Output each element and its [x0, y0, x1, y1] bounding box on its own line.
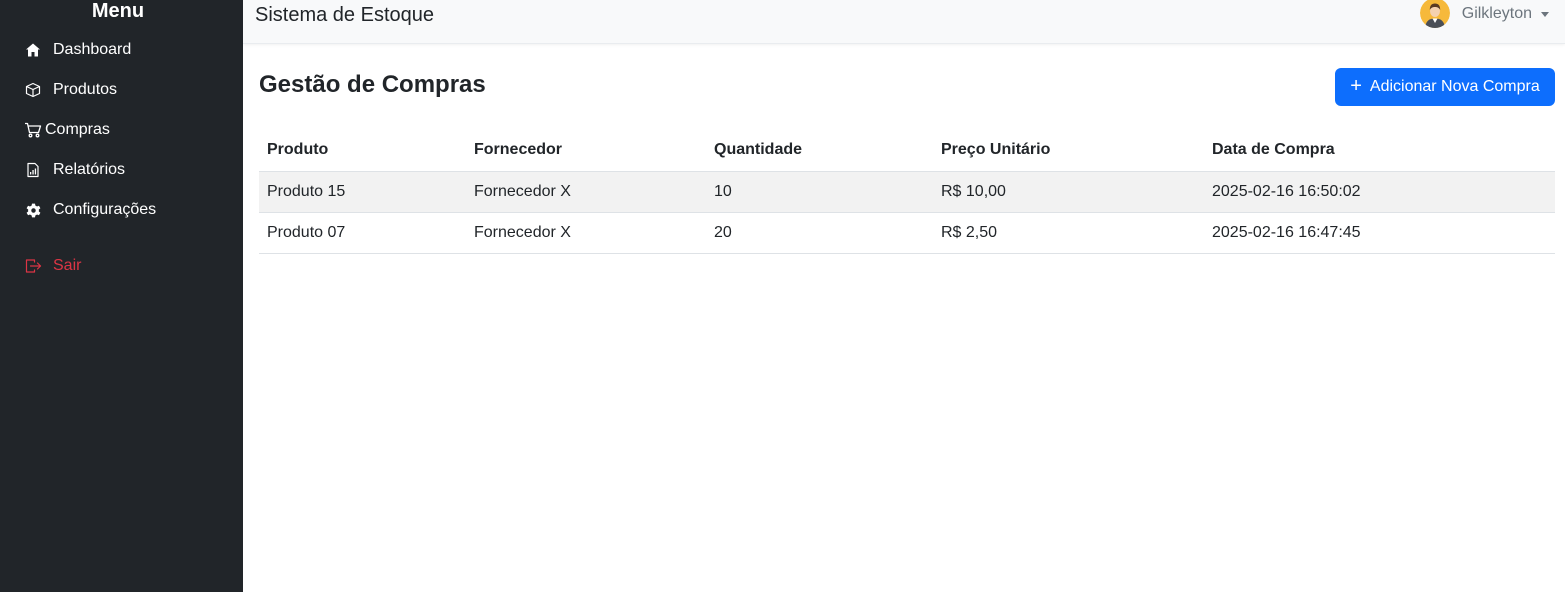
cell-fornecedor: Fornecedor X: [466, 212, 706, 254]
user-menu-dropdown[interactable]: Gilkleyton: [1419, 0, 1549, 28]
cell-data-de-compra: 2025-02-16 16:47:45: [1204, 212, 1555, 254]
cell-fornecedor: Fornecedor X: [466, 171, 706, 213]
cart-icon: [24, 121, 42, 139]
sidebar-item-dashboard[interactable]: Dashboard: [24, 38, 131, 62]
cell-quantidade: 20: [706, 212, 933, 254]
sidebar-item-produtos[interactable]: Produtos: [24, 78, 117, 102]
sidebar-title: Menu: [91, 0, 145, 22]
top-navbar: Sistema de Estoque Gilkleyton: [243, 0, 1565, 44]
sidebar-item-label: Configurações: [53, 201, 157, 218]
sidebar-item-configuracoes[interactable]: Configurações: [24, 198, 156, 222]
table-row: Produto 15 Fornecedor X 10 R$ 10,00 2025…: [259, 171, 1555, 213]
add-purchase-button[interactable]: + Adicionar Nova Compra: [1335, 68, 1555, 106]
column-header-fornecedor: Fornecedor: [466, 130, 706, 172]
column-header-preco-unitario: Preço Unitário: [933, 130, 1204, 172]
column-header-data-de-compra: Data de Compra: [1204, 130, 1555, 172]
page-title: Gestão de Compras: [259, 71, 486, 98]
cell-quantidade: 10: [706, 171, 933, 213]
sidebar-item-label: Compras: [45, 121, 110, 138]
caret-down-icon: [1541, 11, 1549, 17]
sidebar-item-compras[interactable]: Compras: [24, 118, 110, 142]
sidebar-item-label: Dashboard: [53, 41, 132, 58]
sidebar: Menu Dashboard Produtos Compras Relatóri…: [0, 0, 243, 592]
cell-produto: Produto 07: [259, 212, 466, 254]
user-name: Gilkleyton: [1461, 5, 1532, 22]
avatar: [1419, 0, 1450, 28]
logout-icon: [24, 257, 42, 275]
house-icon: [24, 41, 42, 59]
logout-label: Sair: [53, 257, 82, 274]
sidebar-item-label: Produtos: [53, 81, 118, 98]
cell-preco-unitario: R$ 10,00: [933, 171, 1204, 213]
plus-icon: +: [1350, 75, 1362, 97]
box-icon: [24, 81, 42, 99]
purchases-table: Produto Fornecedor Quantidade Preço Unit…: [259, 130, 1555, 254]
cell-produto: Produto 15: [259, 171, 466, 213]
sidebar-item-label: Relatórios: [53, 161, 126, 178]
logout-link[interactable]: Sair: [24, 254, 81, 278]
column-header-produto: Produto: [259, 130, 466, 172]
brand-title[interactable]: Sistema de Estoque: [255, 3, 434, 27]
cell-preco-unitario: R$ 2,50: [933, 212, 1204, 254]
cell-data-de-compra: 2025-02-16 16:50:02: [1204, 171, 1555, 213]
gear-icon: [24, 201, 42, 219]
report-icon: [24, 161, 42, 179]
add-purchase-label: Adicionar Nova Compra: [1369, 78, 1540, 95]
sidebar-item-relatorios[interactable]: Relatórios: [24, 158, 125, 182]
table-row: Produto 07 Fornecedor X 20 R$ 2,50 2025-…: [259, 212, 1555, 254]
table-header-row: Produto Fornecedor Quantidade Preço Unit…: [259, 130, 1555, 172]
column-header-quantidade: Quantidade: [706, 130, 933, 172]
